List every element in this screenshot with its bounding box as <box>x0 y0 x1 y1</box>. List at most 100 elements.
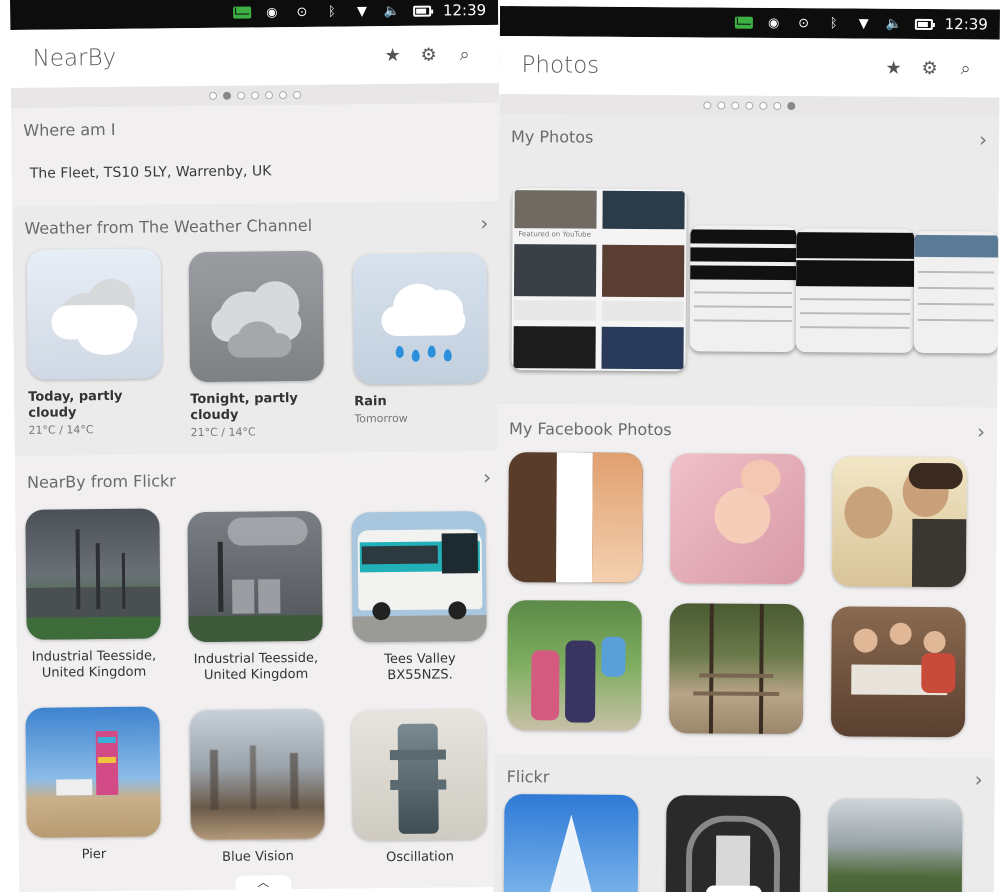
screenshot-stack[interactable] <box>689 225 797 353</box>
facebook-header[interactable]: My Facebook Photos › <box>508 416 985 444</box>
message-icon <box>232 3 251 21</box>
flickr-photo-tile[interactable]: Blue Vision <box>189 708 325 866</box>
page-dot[interactable] <box>222 91 232 100</box>
scope-header: NearBy ★ ⚙ ⌕ <box>10 24 499 88</box>
facebook-photos-section: My Facebook Photos › <box>494 405 998 756</box>
weather-header[interactable]: Weather from The Weather Channel › <box>24 211 488 240</box>
bluetooth-icon: ᛒ <box>829 15 838 31</box>
bluetooth-icon: ᛒ <box>327 4 336 20</box>
flickr-photo-tile[interactable]: Industrial Teesside, United Kingdom <box>25 508 161 681</box>
facebook-photo <box>668 603 804 735</box>
flickr-photo-tile[interactable]: Pier <box>25 706 161 863</box>
screenshot-stack[interactable] <box>913 230 999 354</box>
facebook-photo-tile[interactable] <box>668 603 804 735</box>
facebook-photo-tile[interactable] <box>830 606 966 738</box>
favorite-star-icon[interactable]: ★ <box>374 37 410 73</box>
photo-caption: Pier <box>81 847 107 863</box>
section-title: My Facebook Photos <box>508 418 672 439</box>
photo-caption: Oscillation <box>385 849 454 866</box>
page-dot[interactable] <box>264 91 274 100</box>
flickr-photo <box>827 798 963 892</box>
flickr-photo-tile[interactable] <box>827 798 963 892</box>
bottom-edge-handle[interactable]: ︿ <box>235 875 292 890</box>
blurred-photo <box>189 708 325 841</box>
settings-gear-icon[interactable]: ⚙ <box>911 50 947 86</box>
photo-caption: Industrial Teesside, United Kingdom <box>193 650 319 684</box>
status-bar[interactable]: ◉ ⊙ ᛒ ▼ 🔈 12:39 <box>499 6 1000 40</box>
battery-icon <box>412 2 431 20</box>
screenshot-stack[interactable]: Featured on YouTube <box>511 188 687 372</box>
flickr-photo-tile[interactable]: Oscillation <box>351 709 487 866</box>
nearby-flickr-section: NearBy from Flickr › Industrial Teesside… <box>14 454 508 892</box>
section-title: NearBy from Flickr <box>26 470 176 492</box>
page-dot[interactable] <box>731 101 740 110</box>
photo-caption: Industrial Teesside, United Kingdom <box>31 648 157 681</box>
rain-icon <box>352 253 489 385</box>
search-icon[interactable]: ⌕ <box>446 36 482 72</box>
flickr-photo <box>503 794 639 892</box>
weather-tile-tonight[interactable]: Tonight, partly cloudy 21°C / 14°C <box>188 250 325 440</box>
facebook-photo <box>831 456 967 588</box>
page-dot[interactable] <box>250 91 260 100</box>
flickr-header[interactable]: Flickr › <box>506 764 983 792</box>
volume-icon: 🔈 <box>885 16 902 32</box>
my-photos-section: My Photos › Featured on YouTube <box>497 113 1000 408</box>
flickr-photo-tile[interactable]: Industrial Teesside, United Kingdom <box>187 510 323 684</box>
page-dot[interactable] <box>208 91 218 100</box>
bottom-edge-handle[interactable]: ︿ <box>705 885 762 892</box>
facebook-photo-tile[interactable] <box>506 600 642 732</box>
flickr-photo-tile[interactable] <box>665 795 801 892</box>
favorite-star-icon[interactable]: ★ <box>875 50 911 86</box>
chevron-right-icon[interactable]: › <box>483 465 491 489</box>
clock: 12:39 <box>944 15 988 34</box>
flickr-photo-tile[interactable]: Tees Valley BX55NZS. <box>351 511 487 684</box>
facebook-photo <box>506 600 642 732</box>
weather-tile-tomorrow[interactable]: Rain Tomorrow <box>352 253 489 425</box>
weather-label: Rain <box>354 394 387 410</box>
page-dot[interactable] <box>745 101 754 110</box>
screenshot-stack[interactable] <box>795 228 915 353</box>
sculpture-photo <box>351 709 487 841</box>
facebook-photo-tile[interactable] <box>831 456 967 588</box>
photo-caption: Blue Vision <box>222 849 294 865</box>
facebook-photo-tile[interactable] <box>507 452 643 584</box>
volume-icon: 🔈 <box>383 3 401 19</box>
chevron-right-icon[interactable]: › <box>975 767 983 791</box>
hotspot-icon: ◉ <box>767 15 780 31</box>
flickr-photo-tile[interactable] <box>503 794 639 892</box>
my-photos-header[interactable]: My Photos › <box>511 124 987 152</box>
flickr-section: Flickr › <box>493 753 995 892</box>
page-dot[interactable] <box>787 102 796 111</box>
scope-title: Photos <box>521 52 600 79</box>
page-dot[interactable] <box>759 101 768 110</box>
search-icon[interactable]: ⌕ <box>947 50 983 86</box>
bus-photo <box>351 511 487 643</box>
page-dot[interactable] <box>292 90 302 100</box>
weather-section: Weather from The Weather Channel › Today… <box>12 200 503 456</box>
industrial-photo <box>25 508 161 640</box>
location-icon: ⊙ <box>296 4 308 20</box>
weather-temp: 21°C / 14°C <box>190 425 256 440</box>
weather-label: Today, partly cloudy <box>28 388 123 421</box>
section-title: Weather from The Weather Channel <box>24 215 313 238</box>
chevron-right-icon[interactable]: › <box>979 127 987 151</box>
battery-icon <box>914 15 933 33</box>
page-dot[interactable] <box>773 101 782 110</box>
photo-caption: Tees Valley BX55NZS. <box>384 651 456 684</box>
page-dot[interactable] <box>703 101 712 110</box>
flickr-header[interactable]: NearBy from Flickr › <box>27 465 491 494</box>
page-dot[interactable] <box>236 91 246 100</box>
where-am-i-section[interactable]: Where am I The Fleet, TS10 5LY, Warrenby… <box>11 102 501 204</box>
page-dot[interactable] <box>717 101 726 110</box>
section-title: Flickr <box>506 766 550 786</box>
facebook-photo-tile[interactable] <box>669 453 805 585</box>
industrial-photo <box>187 510 323 643</box>
chevron-right-icon[interactable]: › <box>480 211 488 235</box>
hotspot-icon: ◉ <box>266 4 278 20</box>
chevron-right-icon[interactable]: › <box>977 419 985 443</box>
message-icon <box>734 14 753 32</box>
cloudy-night-icon <box>188 250 325 383</box>
page-dot[interactable] <box>278 91 288 100</box>
settings-gear-icon[interactable]: ⚙ <box>410 36 446 72</box>
weather-tile-today[interactable]: Today, partly cloudy 21°C / 14°C <box>26 248 163 437</box>
